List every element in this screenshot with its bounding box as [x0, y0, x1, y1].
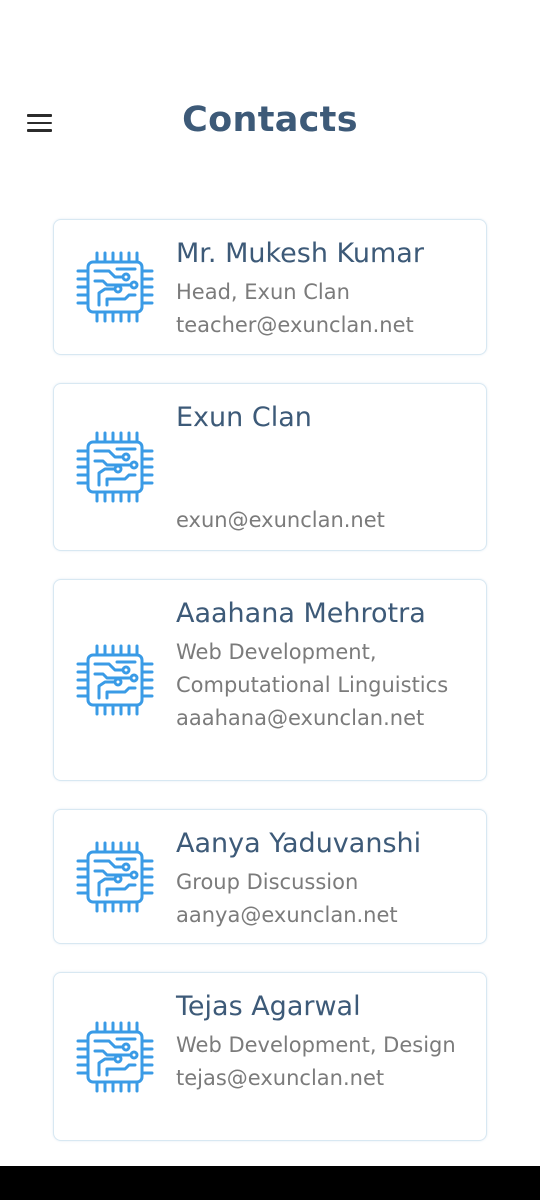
contact-email[interactable]: teacher@exunclan.net [176, 309, 476, 342]
contacts-screen: Contacts Mr. Mukesh Kumar Head, Exun Cla… [0, 0, 540, 1200]
circuit-chip-icon [75, 640, 155, 720]
contact-list: Mr. Mukesh Kumar Head, Exun Clan teacher… [53, 219, 487, 1141]
circuit-chip-icon [75, 837, 155, 917]
circuit-chip-icon [75, 247, 155, 327]
system-navigation-bar [0, 1166, 540, 1200]
contact-email[interactable]: aanya@exunclan.net [176, 899, 476, 932]
contact-role: Group Discussion [176, 870, 359, 894]
contact-card[interactable]: Exun Clan exun@exunclan.net [53, 383, 487, 551]
contact-name: Aaahana Mehrotra [176, 598, 426, 629]
contact-card[interactable]: Aaahana Mehrotra Web Development, Comput… [53, 579, 487, 781]
contact-email[interactable]: tejas@exunclan.net [176, 1062, 476, 1095]
app-header: Contacts [0, 88, 540, 158]
page-title: Contacts [182, 100, 358, 140]
contact-name: Tejas Agarwal [176, 991, 361, 1022]
contact-name: Exun Clan [176, 402, 312, 433]
contact-card[interactable]: Tejas Agarwal Web Development, Design te… [53, 972, 487, 1141]
contact-name: Mr. Mukesh Kumar [176, 238, 424, 269]
circuit-chip-icon [75, 427, 155, 507]
contact-role: Head, Exun Clan [176, 280, 350, 304]
contact-card[interactable]: Aanya Yaduvanshi Group Discussion aanya@… [53, 809, 487, 944]
contact-email[interactable]: aaahana@exunclan.net [176, 702, 476, 735]
contact-card[interactable]: Mr. Mukesh Kumar Head, Exun Clan teacher… [53, 219, 487, 355]
contact-name: Aanya Yaduvanshi [176, 828, 422, 859]
contact-role: Web Development, Design [176, 1033, 456, 1057]
contact-email[interactable]: exun@exunclan.net [176, 504, 385, 537]
circuit-chip-icon [75, 1017, 155, 1097]
contact-role: Web Development, Computational Linguisti… [176, 640, 449, 697]
